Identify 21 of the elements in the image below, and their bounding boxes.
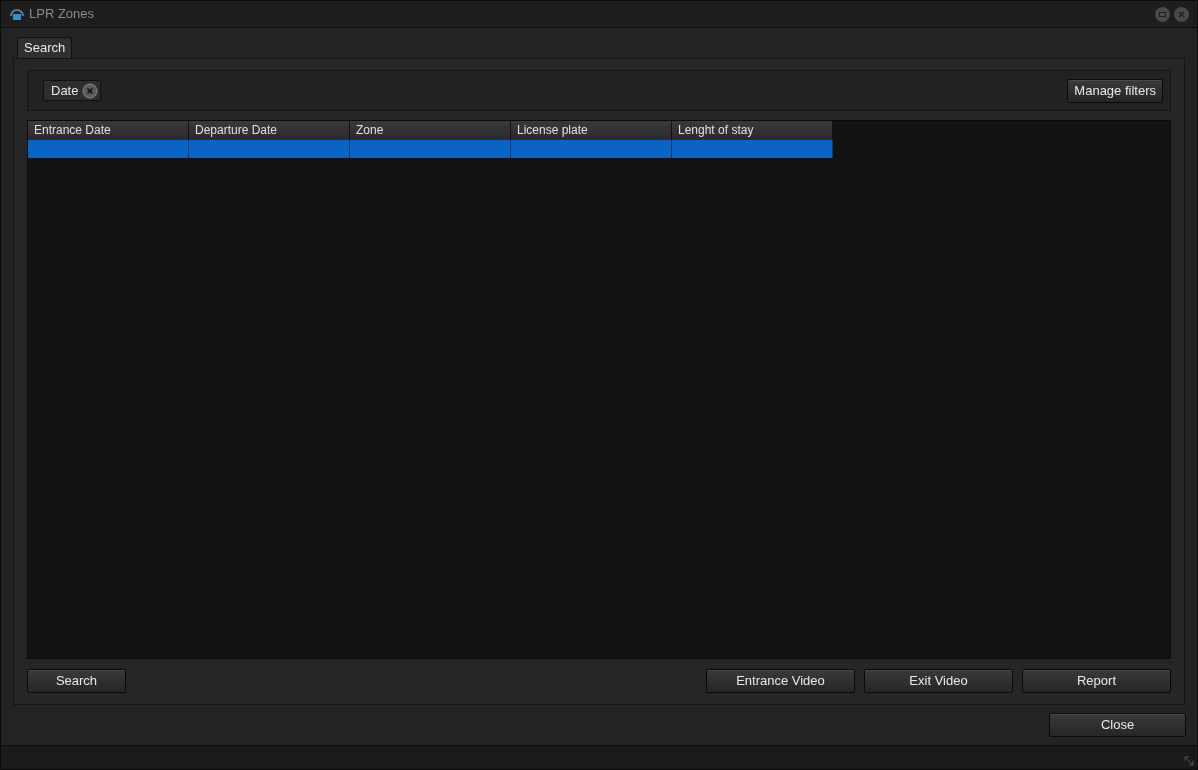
column-header[interactable]: Entrance Date (28, 121, 189, 140)
filter-chip[interactable]: Date (43, 80, 102, 101)
maximize-button[interactable] (1155, 6, 1170, 22)
column-header[interactable]: Departure Date (189, 121, 350, 140)
manage-filters-button[interactable]: Manage filters (1067, 78, 1163, 103)
column-header[interactable]: License plate (511, 121, 672, 140)
close-button[interactable]: Close (1049, 713, 1186, 737)
filter-label: Date (51, 81, 79, 100)
action-button[interactable]: Report (1022, 669, 1171, 693)
tab[interactable]: Search (17, 37, 73, 58)
action-button[interactable]: Exit Video (864, 669, 1013, 693)
resize-grip-icon[interactable] (1183, 755, 1195, 767)
close-icon[interactable] (1174, 6, 1189, 22)
remove-icon[interactable] (82, 82, 99, 99)
column-header[interactable]: Zone (350, 121, 511, 140)
action-button[interactable]: Entrance Video (706, 669, 855, 693)
search-button[interactable]: Search (27, 669, 126, 693)
window-title: LPR Zones (29, 5, 95, 24)
column-header[interactable]: Lenght of stay (672, 121, 833, 140)
app-icon (9, 6, 25, 22)
table-row[interactable] (28, 140, 833, 158)
